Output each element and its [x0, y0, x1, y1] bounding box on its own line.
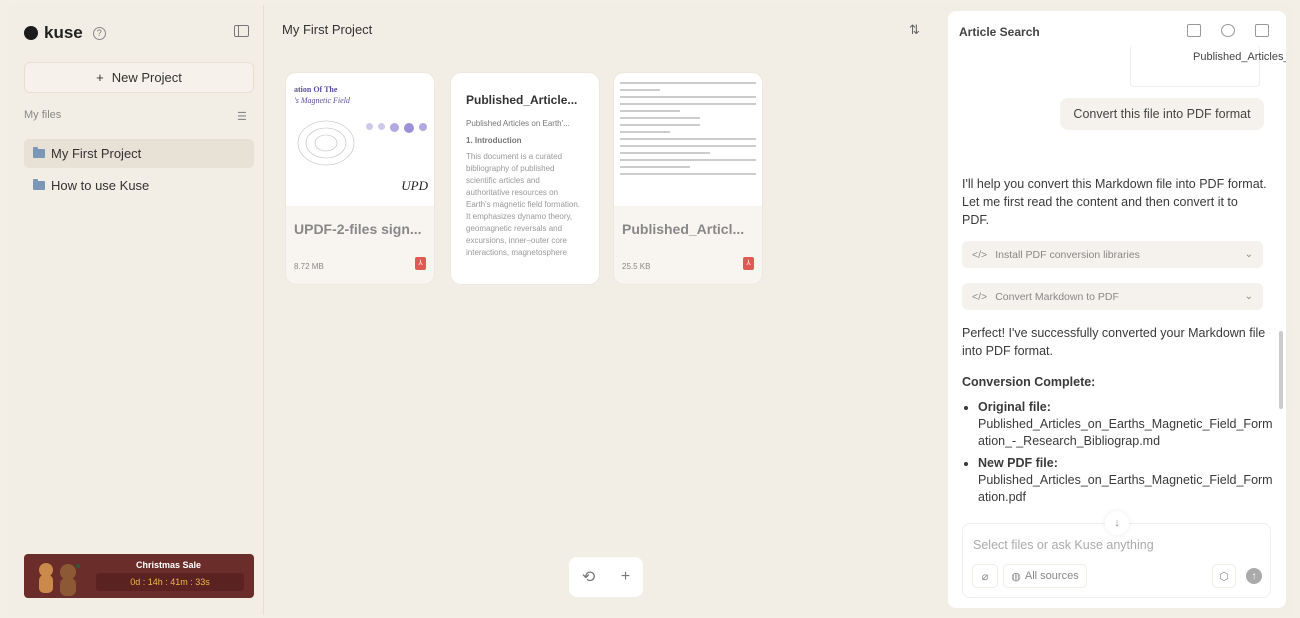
attach-icon[interactable]: ⌀ — [972, 564, 998, 588]
chevron-down-icon: ⌄ — [1244, 291, 1253, 302]
folder-label: How to use Kuse — [51, 178, 150, 193]
item-value: Published_Articles_on_Earths_Magnetic_Fi… — [978, 417, 1273, 448]
thumb-title: ation Of The — [294, 85, 338, 94]
code-icon: </> — [972, 290, 988, 303]
folder-icon — [33, 147, 45, 158]
item-label: Original file: — [978, 400, 1051, 414]
item-label: New PDF file: — [978, 456, 1058, 470]
bottom-toolbar: ⟲ + — [569, 557, 643, 597]
assistant-message: I'll help you convert this Markdown file… — [962, 177, 1267, 227]
list-item: Original file: Published_Articles_on_Eart… — [978, 399, 1278, 450]
toggle-panel-icon[interactable] — [1255, 24, 1269, 37]
tool-step[interactable]: </> Install PDF conversion libraries ⌄ — [962, 241, 1263, 268]
file-size: 25.5 KB — [622, 262, 651, 271]
file-card[interactable]: Published_Articl... 25.5 KB ⅄ — [614, 73, 762, 284]
christmas-sale-banner[interactable]: Christmas Sale 0d : 14h : 41m : 33s — [24, 554, 254, 598]
promo-title: Christmas Sale — [136, 560, 202, 570]
gingerbread-reindeer-illustration — [39, 563, 80, 596]
user-message: Convert this file into PDF format — [1060, 98, 1264, 130]
chat-panel: Article Search Published_Articles_on_...… — [948, 11, 1286, 608]
pdf-icon: ⅄ — [743, 257, 754, 270]
new-project-label: New Project — [111, 70, 182, 85]
thumb-subtitle: 's Magnetic Field — [294, 96, 350, 105]
file-card[interactable]: Published_Article... Published Articles … — [451, 73, 599, 284]
tool-label: Install PDF conversion libraries — [995, 248, 1140, 261]
pdf-icon: ⅄ — [415, 257, 426, 270]
conversion-details: Original file: Published_Articles_on_Eart… — [964, 399, 1278, 511]
chevron-down-icon: ⌄ — [1244, 249, 1253, 260]
conversion-heading: Conversion Complete: — [962, 375, 1096, 389]
attachment-chip[interactable]: Published_Articles_on_... — [1130, 45, 1286, 87]
add-icon[interactable]: + — [621, 568, 630, 586]
file-thumbnail — [614, 73, 762, 206]
sidebar: kuse? + New Project My files ☰ My First P… — [7, 5, 264, 615]
file-name: Published_Articl... — [622, 221, 745, 237]
item-value: Published_Articles_on_Earths_Magnetic_Fi… — [978, 473, 1273, 504]
file-subtitle: Published Articles on Earth'... — [466, 119, 570, 128]
file-size: 8.72 MB — [294, 262, 324, 271]
file-title: Published_Article... — [466, 93, 578, 107]
globe-icon: ◍ — [1011, 570, 1021, 583]
brand-name: kuse — [44, 23, 83, 42]
cube-icon[interactable]: ⬡ — [1212, 564, 1236, 588]
file-preview-text: This document is a curated bibliography … — [466, 152, 581, 257]
all-sources-label: All sources — [1024, 570, 1079, 582]
tool-step[interactable]: </> Convert Markdown to PDF ⌄ — [962, 283, 1263, 310]
scroll-down-button[interactable]: ↓ — [1105, 511, 1129, 535]
promo-countdown: 0d : 14h : 41m : 33s — [96, 573, 244, 591]
assistant-message: Perfect! I've successfully converted you… — [962, 326, 1266, 358]
sort-icon[interactable]: ⇅ — [909, 22, 920, 38]
scrollbar[interactable] — [1279, 331, 1283, 409]
tool-label: Convert Markdown to PDF — [995, 290, 1119, 303]
magnetic-field-diagram — [297, 120, 355, 166]
file-thumbnail: ation Of The 's Magnetic Field UPD — [286, 73, 434, 206]
list-item: New PDF file: Published_Articles_on_Earth… — [978, 455, 1278, 506]
file-name: UPDF-2-files sign... — [294, 221, 422, 237]
folder-icon — [33, 179, 45, 190]
file-card[interactable]: ation Of The 's Magnetic Field UPD UPDF-… — [286, 73, 434, 284]
upload-icon[interactable]: ⟲ — [582, 567, 595, 587]
thumb-circles — [366, 123, 427, 133]
help-icon[interactable]: ? — [92, 26, 106, 40]
new-chat-icon[interactable] — [1187, 24, 1201, 37]
collapse-sidebar-icon[interactable] — [234, 25, 249, 37]
new-project-button[interactable]: + New Project — [24, 62, 254, 93]
send-icon[interactable]: ↑ — [1246, 568, 1262, 584]
folder-how-to-use-kuse[interactable]: How to use Kuse — [24, 171, 254, 200]
filter-icon[interactable]: ☰ — [237, 110, 247, 123]
my-files-heading: My files — [24, 109, 62, 121]
file-heading: 1. Introduction — [466, 136, 522, 145]
chat-title: Article Search — [959, 25, 1040, 39]
updf-logo: UPD — [401, 178, 428, 193]
history-icon[interactable] — [1221, 24, 1235, 37]
folder-my-first-project[interactable]: My First Project — [24, 139, 254, 168]
folder-label: My First Project — [51, 146, 142, 161]
input-placeholder: Select files or ask Kuse anything — [973, 538, 1154, 552]
kuse-logo: kuse? — [24, 23, 106, 43]
code-icon: </> — [972, 248, 988, 261]
all-sources-button[interactable]: ◍ All sources — [1003, 564, 1087, 588]
project-title: My First Project — [282, 22, 373, 37]
